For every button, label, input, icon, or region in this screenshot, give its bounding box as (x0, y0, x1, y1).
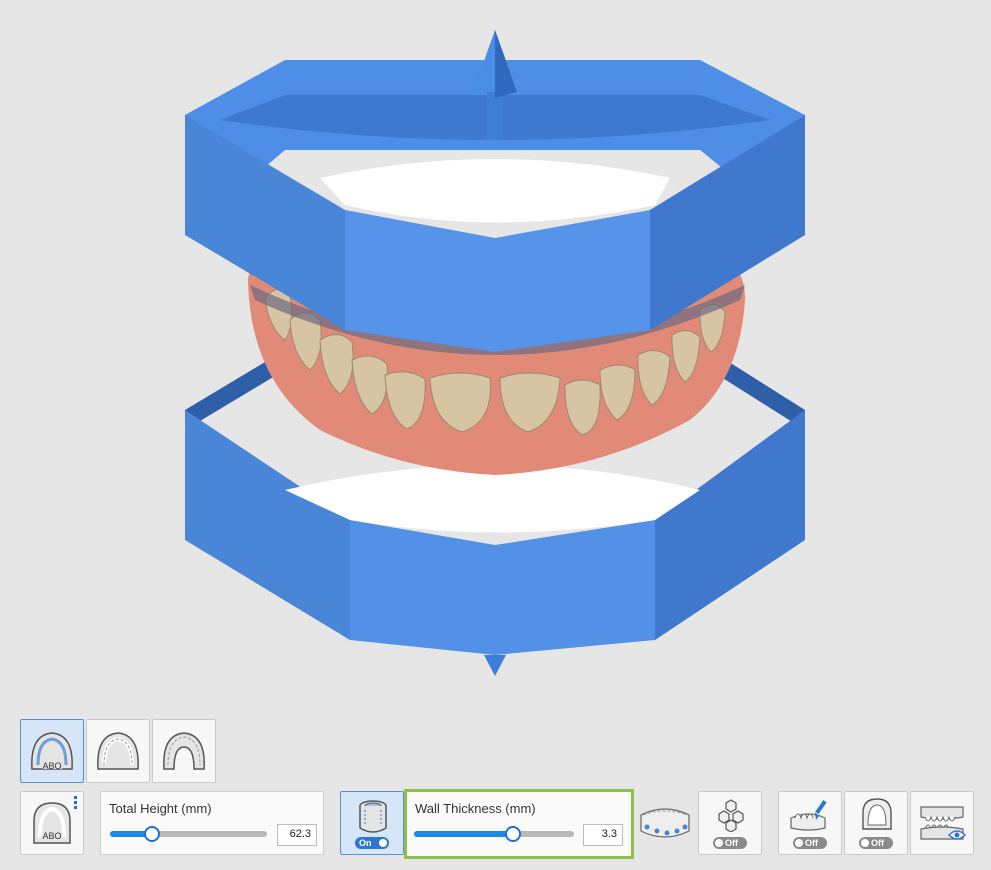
honeycomb-icon (718, 799, 744, 832)
upper-ring-front-center (345, 210, 650, 352)
trim-brush-icon (790, 800, 827, 831)
wall-thickness-slider-fill (414, 831, 514, 837)
honeycomb-toggle[interactable]: Off (713, 837, 747, 849)
base-pins-icon (640, 808, 690, 838)
arch-view-maxilla-button[interactable] (86, 719, 150, 783)
svg-text:ABO: ABO (42, 831, 61, 841)
base-pins-button[interactable] (636, 791, 694, 855)
palate-button[interactable]: Off (844, 791, 908, 855)
palate-toggle[interactable]: Off (859, 837, 893, 849)
wall-thickness-input[interactable]: 3.3 (583, 824, 623, 846)
abo-base-icon: ABO (33, 802, 71, 844)
upper-ring-top-hole (320, 159, 670, 223)
mandible-arch-icon (163, 732, 205, 770)
wall-thickness-label: Wall Thickness (mm) (415, 801, 536, 816)
abo-arch-icon: ABO (31, 732, 73, 771)
svg-text:ABO: ABO (42, 761, 61, 771)
preview-button[interactable] (910, 791, 974, 855)
trim-brush-button[interactable]: Off (778, 791, 842, 855)
arch-view-abo-button[interactable]: ABO (20, 719, 84, 783)
total-height-slider-thumb[interactable] (144, 826, 161, 842)
total-height-slider[interactable] (110, 826, 267, 842)
total-height-panel: Total Height (mm) 62.3 (100, 791, 324, 855)
wall-thickness-slider-thumb[interactable] (505, 826, 522, 842)
model-scene[interactable] (0, 0, 991, 700)
maxilla-arch-icon (97, 732, 139, 770)
lower-ring-front-center (350, 520, 655, 655)
wall-thickness-panel: Wall Thickness (mm) 3.3 (407, 792, 631, 856)
lower-ring-front-right (655, 410, 805, 640)
hollow-base-button[interactable]: On (340, 791, 404, 855)
hollow-toggle[interactable]: On (355, 837, 389, 849)
palate-icon (862, 798, 892, 830)
hollow-cylinder-icon (359, 800, 387, 833)
lower-ring-front-left (185, 410, 350, 640)
total-height-label: Total Height (mm) (109, 801, 212, 816)
wall-thickness-slider[interactable] (414, 826, 574, 842)
trim-brush-toggle[interactable]: Off (793, 837, 827, 849)
model-viewport[interactable] (0, 0, 991, 700)
base-type-button[interactable]: ABO (20, 791, 84, 855)
move-down-arrow-icon[interactable] (484, 655, 506, 676)
total-height-input[interactable]: 62.3 (277, 824, 317, 846)
preview-eye-icon (920, 806, 967, 840)
more-vertical-icon[interactable] (74, 796, 77, 810)
honeycomb-button[interactable]: Off (698, 791, 762, 855)
arch-view-mandible-button[interactable] (152, 719, 216, 783)
